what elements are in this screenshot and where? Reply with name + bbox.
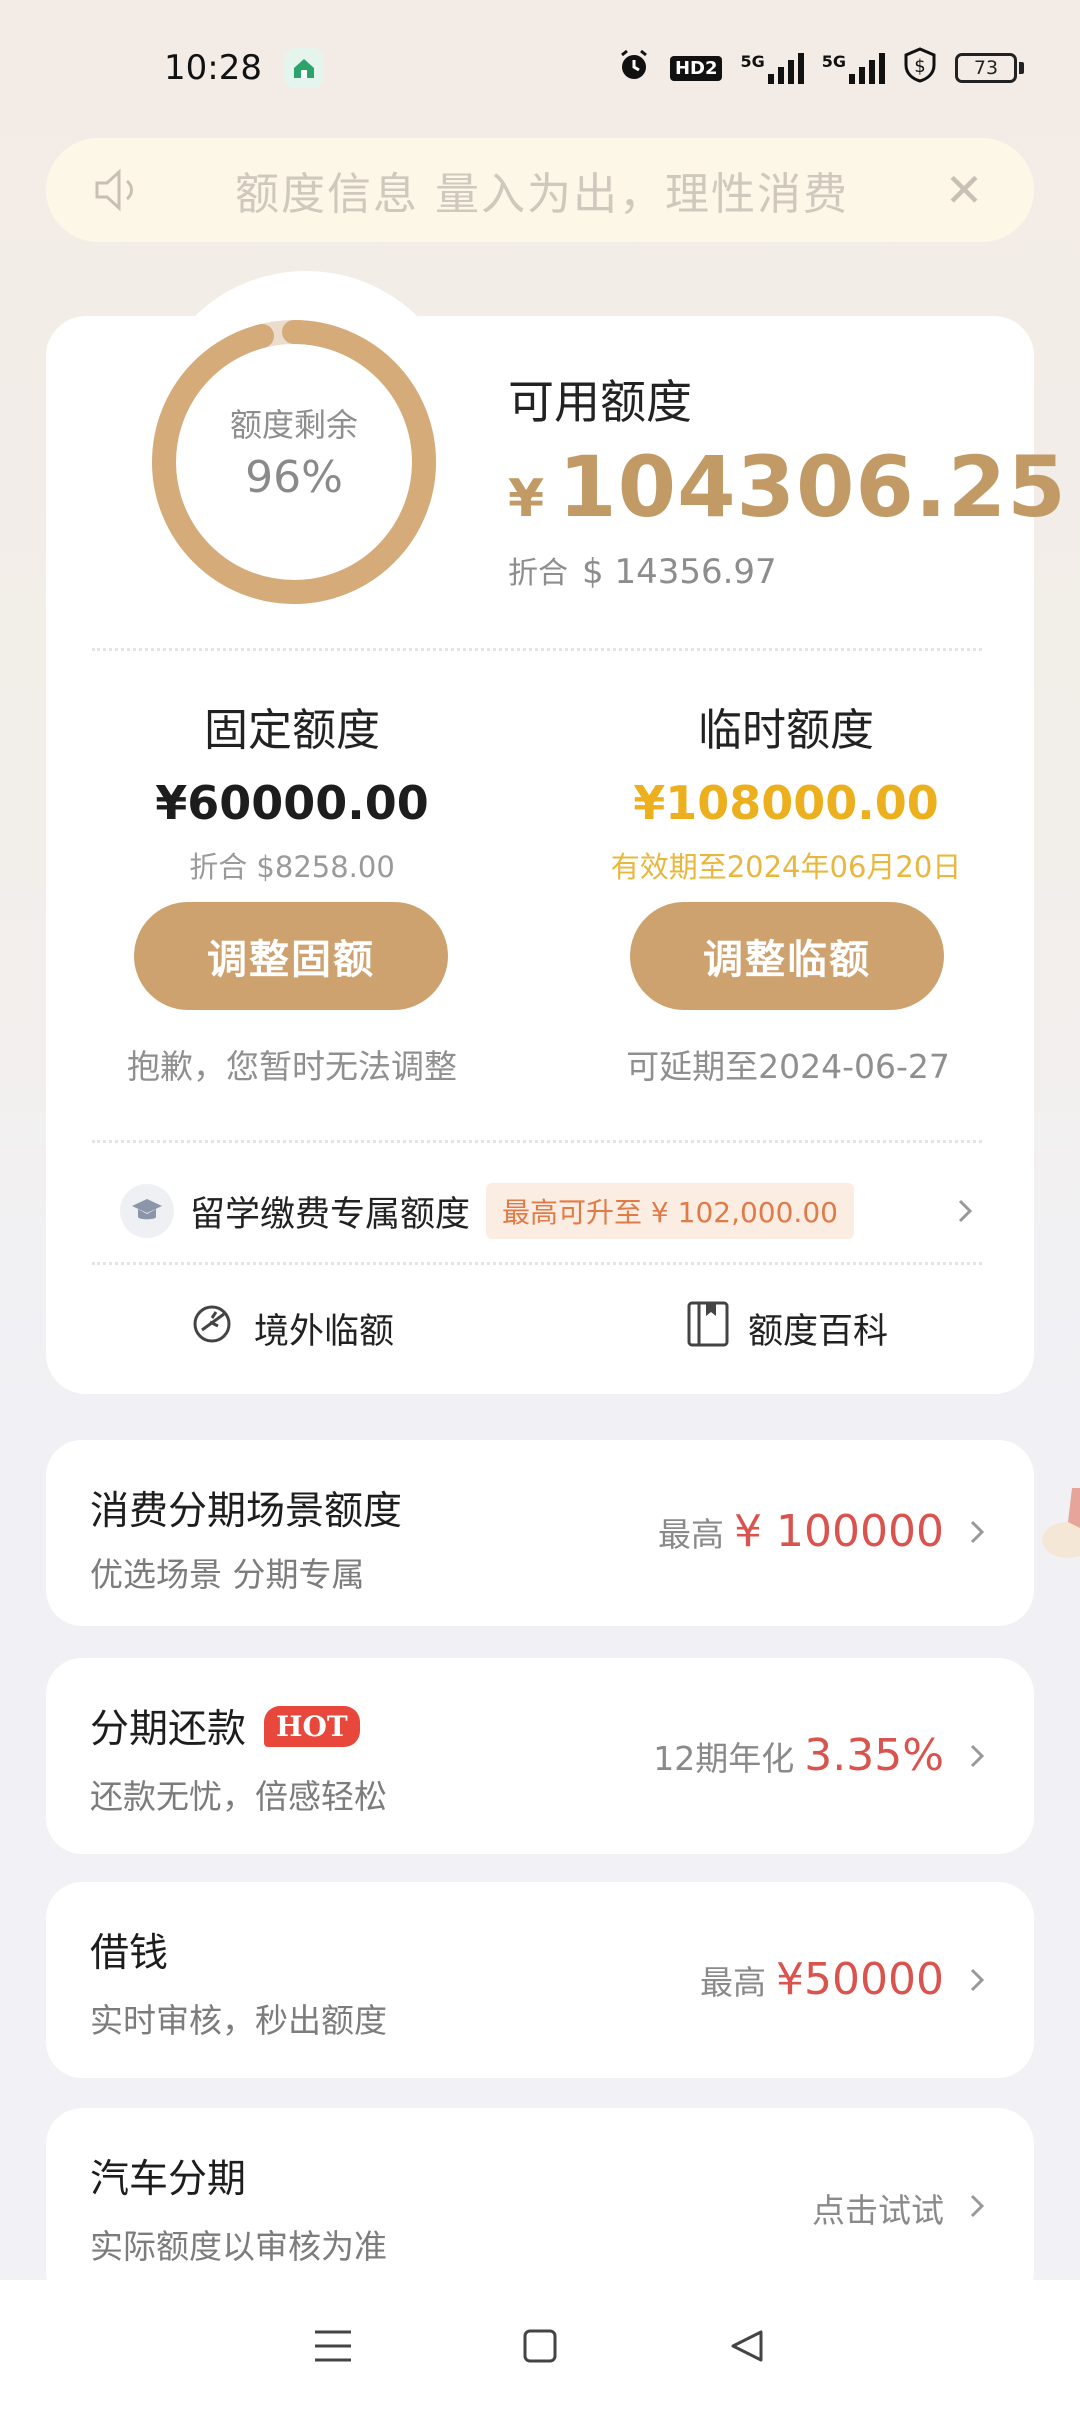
usd-prefix: 折合 (508, 556, 568, 591)
available-amount: ¥ 104306.25 (508, 438, 1067, 536)
fixed-limit-usd: 折合 $8258.00 (189, 850, 395, 884)
fixed-limit-note: 抱歉，您暂时无法调整 (127, 1047, 457, 1086)
installment-scene-limit-card[interactable]: 消费分期场景额度 优选场景 分期专属 最高 ¥ 100000 (46, 1440, 1034, 1626)
card-right-value: 最高 ¥ 100000 (658, 1506, 944, 1557)
card-value: 3.35% (804, 1730, 944, 1781)
adjust-temporary-button[interactable]: 调整临额 (630, 902, 944, 1010)
chevron-right-icon (964, 1512, 990, 1552)
shield-dollar-icon: $ (903, 47, 937, 89)
back-triangle-icon[interactable] (723, 2322, 771, 2370)
network-label-2: 5G (821, 52, 846, 71)
card-title: 借钱 (90, 1931, 169, 1976)
card-subtitle: 优选场景 分期专属 (90, 1555, 365, 1594)
notice-bar[interactable]: 额度信息 量入为出，理性消费 ✕ (46, 138, 1034, 242)
available-usd: 折合 $ 14356.97 (508, 548, 777, 592)
home-app-icon (283, 48, 324, 88)
battery-level: 73 (955, 53, 1017, 83)
adjust-fixed-button[interactable]: 调整固额 (134, 902, 448, 1010)
limit-encyclopedia-link[interactable]: 额度百科 (686, 1300, 888, 1357)
car-installment-card[interactable]: 汽车分期 实际额度以审核为准 点击试试 (46, 2108, 1034, 2308)
card-title: 汽车分期 (90, 2157, 247, 2202)
network-label: 5G (740, 52, 765, 71)
card-subtitle: 还款无忧，倍感轻松 (90, 1777, 387, 1816)
card-value: ¥50000 (776, 1954, 944, 2005)
menu-icon[interactable] (309, 2322, 357, 2370)
status-right: HD2 5G 5G $ 73 (616, 47, 1024, 89)
chevron-right-icon (964, 1960, 990, 2000)
overseas-temp-limit-label: 境外临额 (254, 1312, 395, 1352)
chevron-right-icon (950, 1196, 980, 1226)
status-time: 10:28 (164, 48, 262, 88)
card-right-value: 最高 ¥50000 (700, 1954, 944, 2005)
speaker-icon (86, 158, 150, 222)
temporary-limit-note: 可延期至2024-06-27 (626, 1047, 950, 1086)
mascot-hand-decoration (1042, 1488, 1080, 1558)
study-abroad-tag: 最高可升至 ¥ 102,000.00 (486, 1183, 854, 1239)
hd-icon: HD2 (669, 55, 723, 81)
alarm-icon (616, 47, 652, 89)
chevron-right-icon (964, 1736, 990, 1776)
book-icon (686, 1300, 730, 1357)
temporary-limit-amount: ¥108000.00 (633, 776, 939, 830)
chevron-right-icon (964, 2186, 990, 2226)
battery-icon: 73 (955, 53, 1024, 83)
graduation-cap-icon (120, 1184, 174, 1238)
card-value: ¥ 100000 (734, 1506, 944, 1557)
available-amount-value: 104306.25 (558, 438, 1067, 536)
card-title-row: 分期还款 HOT (90, 1698, 360, 1754)
close-icon[interactable]: ✕ (934, 160, 994, 220)
card-value-prefix: 最高 (700, 1963, 767, 2002)
study-abroad-limit-row[interactable]: 留学缴费专属额度 最高可升至 ¥ 102,000.00 (120, 1178, 980, 1244)
study-abroad-title: 留学缴费专属额度 (190, 1194, 471, 1235)
limit-encyclopedia-label: 额度百科 (748, 1312, 889, 1352)
signal-icon-2: 5G (822, 52, 885, 84)
fixed-limit: 固定额度 ¥60000.00 折合 $8258.00 (92, 694, 492, 886)
card-subtitle: 实际额度以审核为准 (90, 2227, 387, 2266)
signal-icon: 5G (740, 52, 804, 84)
installment-repayment-card[interactable]: 分期还款 HOT 还款无忧，倍感轻松 12期年化 3.35% (46, 1658, 1034, 1854)
currency-symbol: ¥ (508, 469, 545, 529)
borrow-money-card[interactable]: 借钱 实时审核，秒出额度 最高 ¥50000 (46, 1882, 1034, 2078)
ring-label: 额度剩余 (229, 406, 358, 444)
temporary-limit-expiry: 有效期至2024年06月20日 (610, 850, 962, 884)
usd-amount: $ 14356.97 (582, 552, 777, 592)
divider (92, 1262, 982, 1265)
card-value-prefix: 最高 (658, 1515, 725, 1554)
card-title: 分期还款 (90, 1707, 247, 1752)
system-navigation-bar (0, 2280, 1080, 2412)
fixed-limit-title: 固定额度 (204, 705, 380, 756)
home-square-icon[interactable] (516, 2322, 564, 2370)
fixed-limit-amount: ¥60000.00 (155, 776, 429, 830)
card-subtitle: 实时审核，秒出额度 (90, 2001, 387, 2040)
status-bar: 10:28 HD2 5G 5G $ 73 (0, 0, 1080, 136)
plane-icon (188, 1300, 236, 1357)
divider (92, 648, 982, 651)
status-left: 10:28 (164, 48, 324, 88)
hot-badge: HOT (264, 1705, 360, 1747)
card-right-value: 点击试试 (812, 2184, 944, 2232)
temporary-limit-title: 临时额度 (698, 705, 874, 756)
temporary-limit: 临时额度 ¥108000.00 有效期至2024年06月20日 (586, 694, 986, 886)
notice-text: 额度信息 量入为出，理性消费 (235, 169, 849, 220)
available-title: 可用额度 (508, 375, 692, 429)
divider (92, 1140, 982, 1143)
ring-percent: 96% (245, 452, 343, 503)
overseas-temp-limit-link[interactable]: 境外临额 (188, 1300, 394, 1357)
card-value-prefix: 12期年化 (653, 1739, 795, 1778)
card-right-value: 12期年化 3.35% (653, 1730, 944, 1781)
card-title: 消费分期场景额度 (90, 1489, 403, 1534)
svg-text:$: $ (914, 56, 925, 77)
card-value-prefix: 点击试试 (812, 2191, 944, 2230)
